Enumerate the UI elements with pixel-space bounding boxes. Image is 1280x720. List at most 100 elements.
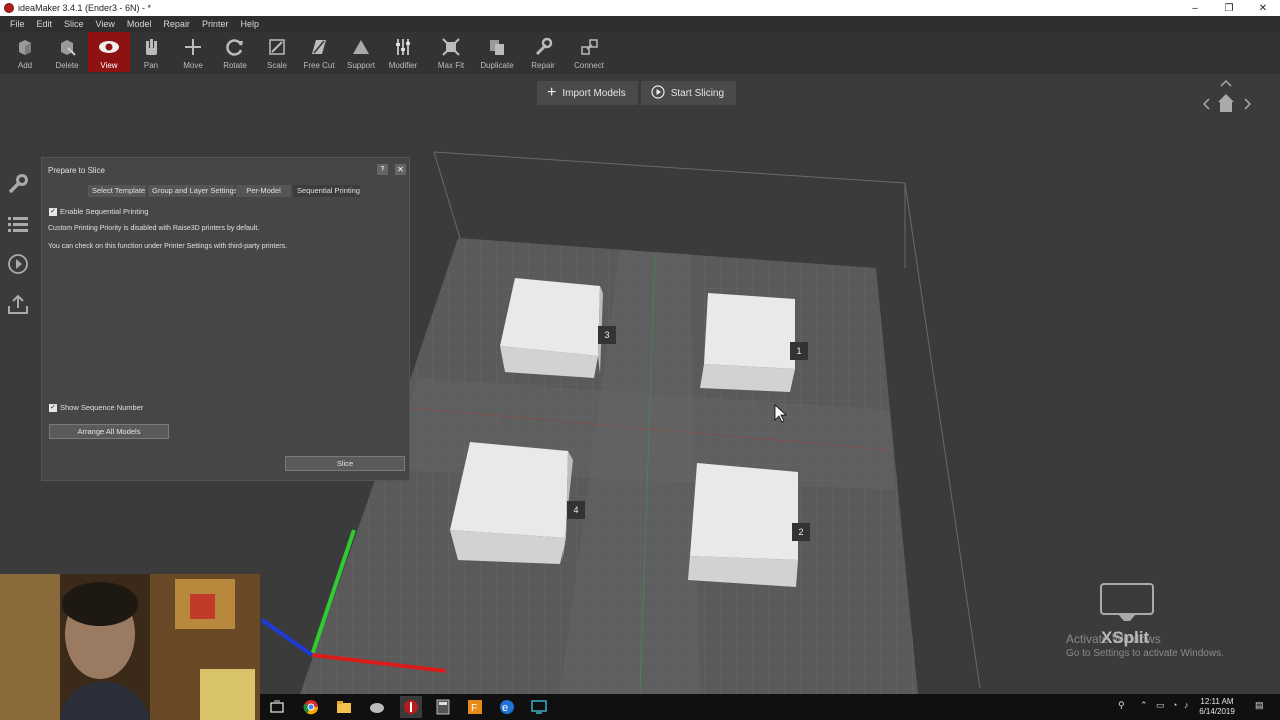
activate-windows-subtext: Go to Settings to activate Windows. xyxy=(1066,648,1224,659)
top-action-buttons: + Import Models Start Slicing xyxy=(537,81,737,105)
camera-navigation xyxy=(1202,76,1254,116)
dialog-tabs: Select Template Group and Layer Settings… xyxy=(88,185,362,197)
menu-model[interactable]: Model xyxy=(121,19,158,29)
duplicate-icon xyxy=(486,36,508,58)
tool-pan[interactable]: Pan xyxy=(130,32,172,72)
arrange-all-models-button[interactable]: Arrange All Models xyxy=(49,424,169,439)
y-axis xyxy=(260,618,314,657)
sequence-label-4: 4 xyxy=(567,501,585,519)
close-window-button[interactable]: ✕ xyxy=(1246,0,1280,16)
monitor-app-icon[interactable] xyxy=(530,698,548,716)
add-model-icon xyxy=(14,36,36,58)
ideamaker-app-icon xyxy=(4,3,14,13)
notification-icon[interactable]: ▤ xyxy=(1255,700,1264,711)
xsplit-label: XSplit xyxy=(1101,628,1150,647)
sequence-label-1: 1 xyxy=(790,342,808,360)
app-bird-icon[interactable] xyxy=(368,698,386,716)
settings-wrench-icon[interactable] xyxy=(4,164,32,204)
tool-modifier[interactable]: Modifier xyxy=(382,32,424,72)
title-bar: ideaMaker 3.4.1 (Ender3 - 6N) - * – ❐ ✕ xyxy=(0,0,1280,16)
windows-taskbar: F e ⚲ ⌃ ▭ ◔ ♪ 12:11 AM 6/14/2019 ▤ xyxy=(260,694,1280,720)
model-cube-4[interactable] xyxy=(450,442,573,564)
calculator-icon[interactable] xyxy=(434,698,452,716)
tool-max-fit[interactable]: Max Fit xyxy=(430,32,472,72)
list-icon[interactable] xyxy=(4,204,32,244)
left-side-panel xyxy=(4,164,32,324)
dialog-title: Prepare to Slice xyxy=(48,166,105,175)
show-sequence-checkbox[interactable]: ✓ Show Sequence Number xyxy=(49,403,143,412)
slice-button[interactable]: Slice xyxy=(285,456,405,471)
tool-duplicate[interactable]: Duplicate xyxy=(476,32,518,72)
ideamaker-taskbar-icon[interactable] xyxy=(400,696,422,718)
chrome-icon[interactable] xyxy=(302,698,320,716)
menu-bar: File Edit Slice View Model Repair Printe… xyxy=(0,16,1280,32)
sequence-label-2: 2 xyxy=(792,523,810,541)
dialog-close-button[interactable]: ✕ xyxy=(395,164,406,175)
battery-icon[interactable]: ▭ xyxy=(1156,700,1165,711)
wrench-icon xyxy=(532,36,554,58)
nav-left-icon[interactable] xyxy=(1202,98,1210,110)
minimize-button[interactable]: – xyxy=(1178,0,1212,16)
sequence-label-3: 3 xyxy=(598,326,616,344)
help-button[interactable]: ? xyxy=(377,164,388,175)
checkmark-icon: ✓ xyxy=(49,207,57,216)
priority-note: Custom Printing Priority is disabled wit… xyxy=(48,225,260,232)
tool-move[interactable]: Move xyxy=(172,32,214,72)
restore-button[interactable]: ❐ xyxy=(1212,0,1246,16)
eye-icon xyxy=(98,36,120,58)
move-icon xyxy=(182,36,204,58)
tab-group-layer-settings[interactable]: Group and Layer Settings xyxy=(148,185,237,197)
menu-view[interactable]: View xyxy=(90,19,121,29)
import-models-button[interactable]: + Import Models xyxy=(537,81,638,105)
tool-connect[interactable]: Connect xyxy=(568,32,610,72)
prepare-to-slice-dialog: Prepare to Slice ? ✕ Select Template Gro… xyxy=(41,157,410,481)
taskbar-clock[interactable]: 12:11 AM 6/14/2019 xyxy=(1194,697,1240,717)
model-cube-1[interactable] xyxy=(700,293,795,392)
tool-support[interactable]: Support xyxy=(340,32,382,72)
nav-up-icon[interactable] xyxy=(1220,79,1232,87)
tool-scale[interactable]: Scale xyxy=(256,32,298,72)
tool-free-cut[interactable]: Free Cut xyxy=(298,32,340,72)
main-toolbar: Add Delete View Pan Move Rotate Scale Fr… xyxy=(0,32,1280,74)
people-icon[interactable]: ⚲ xyxy=(1118,700,1125,711)
tab-sequential-printing[interactable]: Sequential Printing xyxy=(293,185,360,197)
menu-help[interactable]: Help xyxy=(234,19,265,29)
volume-icon[interactable]: ♪ xyxy=(1184,700,1189,710)
model-cube-2[interactable] xyxy=(688,463,798,587)
file-explorer-icon[interactable] xyxy=(335,698,353,716)
tab-select-template[interactable]: Select Template xyxy=(88,185,146,197)
hand-icon xyxy=(140,36,162,58)
tab-per-model[interactable]: Per-Model xyxy=(236,185,291,197)
connect-icon xyxy=(578,36,600,58)
menu-edit[interactable]: Edit xyxy=(31,19,59,29)
model-cube-3[interactable] xyxy=(498,278,603,378)
tool-add[interactable]: Add xyxy=(4,32,46,72)
enable-sequential-checkbox[interactable]: ✓ Enable Sequential Printing xyxy=(49,207,148,216)
folder-app-icon[interactable]: F xyxy=(466,698,484,716)
tool-rotate[interactable]: Rotate xyxy=(214,32,256,72)
start-slicing-button[interactable]: Start Slicing xyxy=(640,81,737,105)
upload-icon[interactable] xyxy=(4,284,32,324)
cut-icon xyxy=(308,36,330,58)
menu-file[interactable]: File xyxy=(4,19,31,29)
tool-view[interactable]: View xyxy=(88,32,130,72)
menu-printer[interactable]: Printer xyxy=(196,19,235,29)
home-icon[interactable] xyxy=(1218,94,1234,112)
play-circle-icon xyxy=(651,84,665,102)
preview-play-icon[interactable] xyxy=(4,244,32,284)
checkmark-icon: ✓ xyxy=(49,403,57,412)
ideamaker-window: 3 1 4 2 ideaMaker 3.4.1 (Ender3 - 6N) - … xyxy=(0,0,1280,720)
tool-delete[interactable]: Delete xyxy=(46,32,88,72)
webcam-overlay xyxy=(0,574,260,720)
tray-chevron-icon[interactable]: ⌃ xyxy=(1140,700,1148,711)
task-view-icon[interactable] xyxy=(268,698,286,716)
nav-right-icon[interactable] xyxy=(1244,98,1252,110)
menu-slice[interactable]: Slice xyxy=(58,19,90,29)
edge-icon[interactable]: e xyxy=(498,698,516,716)
max-fit-icon xyxy=(440,36,462,58)
tool-repair[interactable]: Repair xyxy=(522,32,564,72)
third-party-note: You can check on this function under Pri… xyxy=(48,243,288,250)
window-title: ideaMaker 3.4.1 (Ender3 - 6N) - * xyxy=(18,3,152,13)
menu-repair[interactable]: Repair xyxy=(157,19,196,29)
network-icon[interactable]: ◔ xyxy=(1172,700,1177,710)
